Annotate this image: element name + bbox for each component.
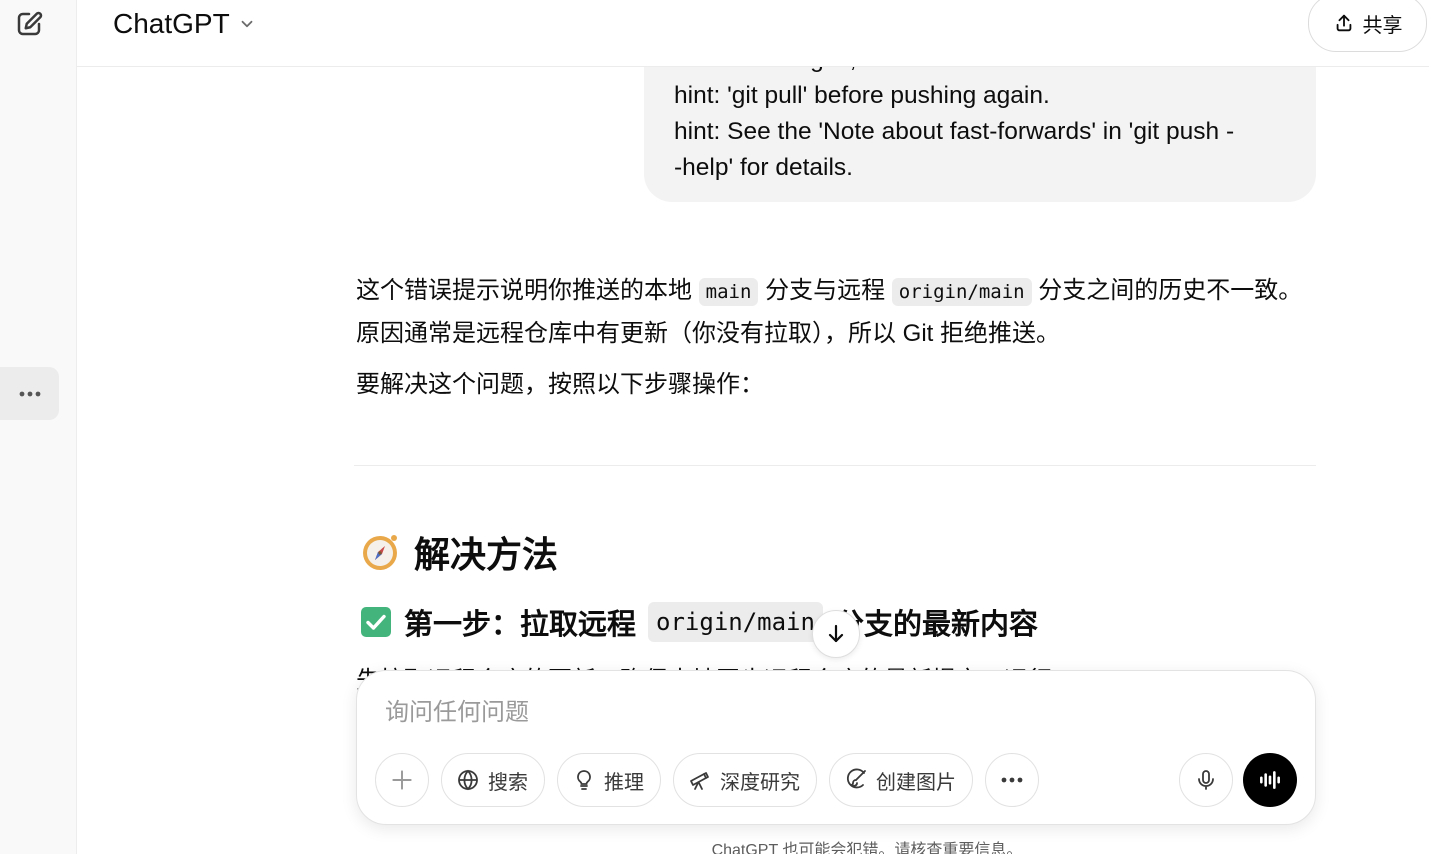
inline-code: origin/main — [648, 602, 823, 642]
image-brush-icon — [846, 768, 866, 789]
more-options-button[interactable] — [0, 367, 59, 420]
voice-mode-button[interactable] — [1243, 753, 1297, 807]
new-chat-icon — [17, 11, 43, 36]
more-icon — [1001, 777, 1023, 783]
create-image-button[interactable]: 创建图片 — [829, 753, 973, 807]
globe-icon — [458, 769, 478, 791]
more-icon — [19, 391, 40, 396]
step-text: 分支的最新内容 — [834, 609, 1038, 641]
top-header: ChatGPT 共享 — [77, 0, 1429, 67]
deep-research-label: 深度研究 — [720, 771, 800, 794]
reason-tool-label: 推理 — [604, 771, 644, 794]
plus-icon — [392, 770, 412, 790]
answer-text: 分支与远程 — [765, 277, 886, 304]
scroll-to-bottom-button[interactable] — [812, 610, 860, 658]
new-chat-button[interactable] — [13, 8, 45, 40]
sidebar-rail — [0, 0, 77, 854]
section-heading: 解决方法 — [360, 526, 558, 578]
chevron-down-icon — [241, 20, 253, 28]
dictate-button[interactable] — [1179, 753, 1233, 807]
telescope-icon — [690, 772, 709, 790]
more-tools-button[interactable] — [985, 753, 1039, 807]
compass-emoji — [363, 535, 397, 570]
share-label: 共享 — [1362, 14, 1403, 37]
step-heading: 第一步：拉取远程 origin/main 分支的最新内容 — [360, 601, 1038, 643]
section-divider — [354, 465, 1316, 466]
message-composer: 搜索 推理 深度研究 创建图片 — [356, 670, 1316, 825]
model-name: ChatGPT — [113, 8, 230, 39]
step-text: 第一步：拉取远程 — [404, 609, 637, 641]
answer-paragraph: 要解决这个问题，按照以下步骤操作： — [356, 371, 764, 398]
answer-paragraph: 这个错误提示说明你推送的本地 main 分支与远程 origin/main 分支… — [356, 270, 1316, 354]
user-message-line: hint: See the 'Note about fast-forwards'… — [674, 118, 1235, 145]
prompt-input[interactable] — [385, 693, 1265, 733]
share-button[interactable]: 共享 — [1308, 0, 1427, 52]
search-tool-label: 搜索 — [488, 771, 528, 794]
answer-text: 这个错误提示说明你推送的本地 — [356, 277, 692, 304]
search-tool-button[interactable]: 搜索 — [441, 753, 545, 807]
deep-research-button[interactable]: 深度研究 — [673, 753, 817, 807]
model-selector[interactable]: ChatGPT — [113, 6, 256, 42]
inline-code: main — [698, 278, 759, 306]
heading-text: 解决方法 — [414, 534, 559, 575]
lightbulb-icon — [577, 770, 591, 790]
voice-mode-icon — [1260, 771, 1280, 789]
user-message-line: -help' for details. — [674, 154, 853, 181]
reason-tool-button[interactable]: 推理 — [557, 753, 661, 807]
mic-icon — [1198, 770, 1214, 790]
create-image-label: 创建图片 — [876, 771, 956, 794]
disclaimer-text: ChatGPT 也可能会犯错。请核查重要信息。 — [711, 842, 1023, 854]
user-message-line: hint: 'git pull' before pushing again. — [674, 82, 1050, 109]
share-icon — [1336, 14, 1351, 32]
attach-button[interactable] — [375, 753, 429, 807]
check-mark-emoji — [361, 607, 391, 637]
arrow-down-icon — [828, 624, 844, 643]
inline-code: origin/main — [891, 278, 1032, 306]
